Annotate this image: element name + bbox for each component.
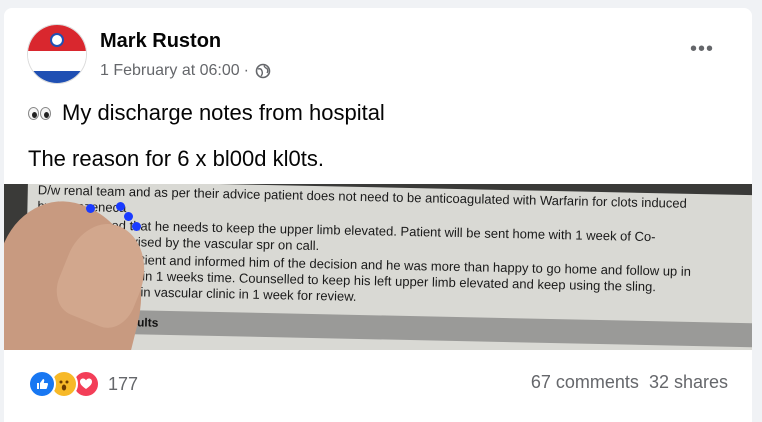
ink-mark [86, 204, 95, 213]
reaction-count[interactable]: 177 [108, 374, 138, 395]
engagement-stats: 67 comments 32 shares [531, 372, 728, 393]
results-band: Results [84, 309, 752, 348]
shares-count[interactable]: 32 shares [649, 372, 728, 393]
post-card: Mark Ruston 1 February at 06:00 · ••• My… [4, 8, 752, 422]
document-line: D/w renal team and as per their advice p… [37, 184, 688, 211]
comments-count[interactable]: 67 comments [531, 372, 639, 393]
post-text-line-1-content: My discharge notes from hospital [62, 100, 385, 125]
like-icon [28, 370, 56, 398]
globe-icon[interactable] [255, 63, 271, 79]
avatar[interactable] [27, 24, 87, 84]
ink-mark [124, 212, 133, 221]
eyes-icon [28, 106, 52, 120]
meta-separator: · [243, 62, 249, 79]
post-meta: 1 February at 06:00 · [100, 62, 271, 80]
post-text-line-1: My discharge notes from hospital [28, 100, 385, 126]
more-options-button[interactable]: ••• [690, 39, 714, 59]
post-photo[interactable]: D/w renal team and as per their advice p… [4, 184, 752, 350]
author-name[interactable]: Mark Ruston [100, 30, 221, 53]
ink-mark [116, 202, 125, 211]
ink-mark [132, 222, 141, 231]
post-timestamp[interactable]: 1 February at 06:00 [100, 62, 240, 80]
post-text-line-2: The reason for 6 x bl00d kl0ts. [28, 146, 324, 171]
reactions-summary[interactable]: 177 [28, 370, 138, 398]
